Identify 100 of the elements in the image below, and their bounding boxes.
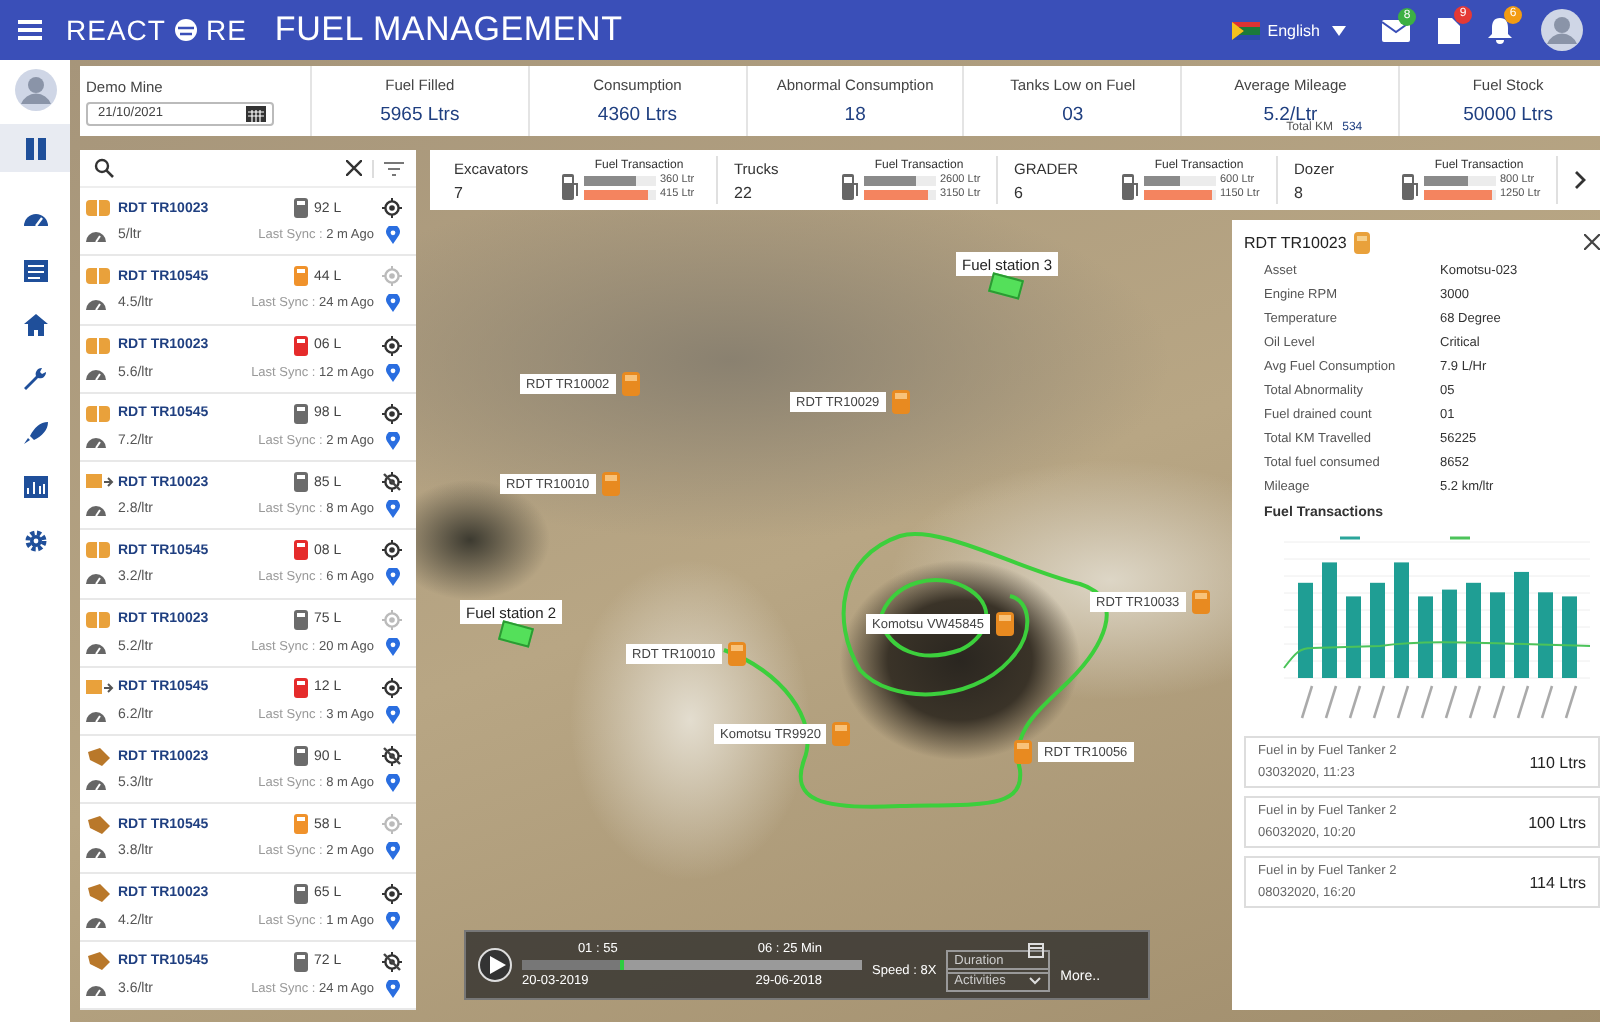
location-pin-icon[interactable] (385, 226, 399, 245)
detail-title: RDT TR10023 (1244, 233, 1347, 251)
axis-tick-mark (1444, 685, 1458, 719)
gauge-icon (86, 365, 106, 380)
crosshair-icon[interactable] (382, 335, 402, 356)
crosshair-icon[interactable] (382, 883, 402, 904)
crosshair-icon[interactable] (382, 540, 402, 561)
legend-marker (1340, 536, 1360, 540)
play-icon (489, 956, 505, 974)
filter-icon[interactable] (384, 161, 404, 175)
mail-icon[interactable] (1382, 19, 1410, 41)
transaction-amount: 110 Ltrs (1529, 753, 1586, 771)
axis-tick-mark (1468, 685, 1482, 719)
language-dropdown[interactable]: English (1267, 21, 1346, 39)
bell-icon[interactable] (1488, 17, 1512, 43)
location-pin-icon[interactable] (385, 363, 399, 382)
menu-icon[interactable] (18, 20, 42, 40)
dozer-icon (86, 884, 110, 903)
axis-tick-mark (1492, 685, 1506, 719)
truck-icon (86, 474, 114, 491)
gear-icon (23, 529, 47, 551)
axis-tick-mark (1324, 685, 1338, 719)
stat-value: 50000 Ltrs (1463, 104, 1553, 126)
rocket-icon (23, 421, 47, 443)
location-pin-icon[interactable] (385, 774, 399, 793)
category-count: 6 (1014, 183, 1025, 201)
tank-icon (1354, 231, 1371, 253)
stat-value: 18 (844, 104, 866, 126)
location-pin-icon[interactable] (385, 705, 399, 724)
legend-marker (1450, 536, 1470, 540)
fuel-pump-icon (842, 174, 858, 200)
category-count: 8 (1294, 183, 1305, 201)
truck-marker-icon[interactable] (891, 390, 910, 414)
loader-icon (86, 200, 110, 217)
truck-marker-icon[interactable] (1191, 590, 1210, 614)
gauge-icon (86, 707, 106, 722)
chart-bar (1370, 582, 1385, 678)
location-pin-icon[interactable] (385, 431, 399, 450)
flag-icon (1231, 21, 1260, 39)
truck-marker-icon[interactable] (621, 372, 640, 396)
avatar-icon[interactable] (1540, 8, 1584, 52)
chevron-right-icon[interactable] (1574, 170, 1586, 190)
truck-marker-icon[interactable] (996, 612, 1015, 636)
search-icon[interactable] (94, 158, 114, 178)
truck-marker-icon[interactable] (601, 472, 620, 496)
crosshair-icon[interactable] (382, 677, 402, 698)
close-icon[interactable] (1584, 234, 1600, 250)
location-pin-icon[interactable] (385, 979, 399, 998)
chart-bar (1298, 582, 1313, 678)
gauge-icon (86, 228, 106, 243)
loader-icon (86, 542, 110, 559)
home-icon (23, 313, 47, 335)
wrench-icon (23, 367, 47, 389)
location-off-icon[interactable] (382, 472, 402, 493)
close-icon[interactable] (346, 160, 362, 176)
chart-bar (1346, 596, 1361, 678)
chart-icon (23, 475, 47, 497)
crosshair-icon[interactable] (382, 198, 402, 219)
axis-tick-mark (1396, 685, 1410, 719)
page-title: FUEL MANAGEMENT (274, 10, 623, 50)
category-count: 7 (454, 183, 465, 201)
chart-bar (1442, 589, 1457, 678)
gauge-icon (86, 570, 106, 585)
location-pin-icon[interactable] (385, 637, 399, 656)
truck-marker-icon[interactable] (832, 722, 851, 746)
calendar-icon[interactable] (1028, 942, 1045, 958)
location-off-icon[interactable] (382, 746, 402, 767)
axis-tick-mark (1564, 685, 1578, 719)
chart-bar (1490, 592, 1505, 678)
axis-tick-mark (1420, 685, 1434, 719)
gauge-icon (86, 296, 106, 311)
location-pin-icon[interactable] (385, 911, 399, 930)
logo-text: REACT (66, 14, 166, 46)
location-off-icon[interactable] (382, 951, 402, 972)
location-pin-icon[interactable] (385, 568, 399, 587)
chart-bar (1466, 582, 1481, 678)
globe-icon (173, 18, 198, 42)
gauge-icon (86, 502, 106, 517)
avatar-icon[interactable] (13, 68, 57, 112)
loader-icon (86, 405, 110, 422)
truck-marker-icon[interactable] (727, 642, 746, 666)
chart-bar (1562, 596, 1577, 678)
caret-icon (1332, 25, 1346, 35)
gauge-icon (86, 433, 106, 448)
location-pin-icon[interactable] (385, 500, 399, 519)
gauge-icon (86, 981, 106, 996)
document-icon[interactable] (1438, 17, 1460, 43)
sidebar-item[interactable] (0, 124, 70, 172)
axis-tick-mark (1540, 685, 1554, 719)
calendar-icon (246, 104, 266, 122)
loader-icon (86, 337, 110, 354)
location-pin-icon[interactable] (385, 842, 399, 861)
location-pin-icon[interactable] (385, 294, 399, 313)
truck-marker-icon[interactable] (1014, 740, 1032, 764)
stat-value: 5965 Ltrs (380, 104, 460, 126)
loader-icon (86, 268, 110, 285)
axis-tick-mark (1300, 685, 1314, 719)
chart-bar (1538, 592, 1553, 678)
play-button[interactable] (478, 948, 512, 982)
crosshair-icon[interactable] (382, 403, 402, 424)
